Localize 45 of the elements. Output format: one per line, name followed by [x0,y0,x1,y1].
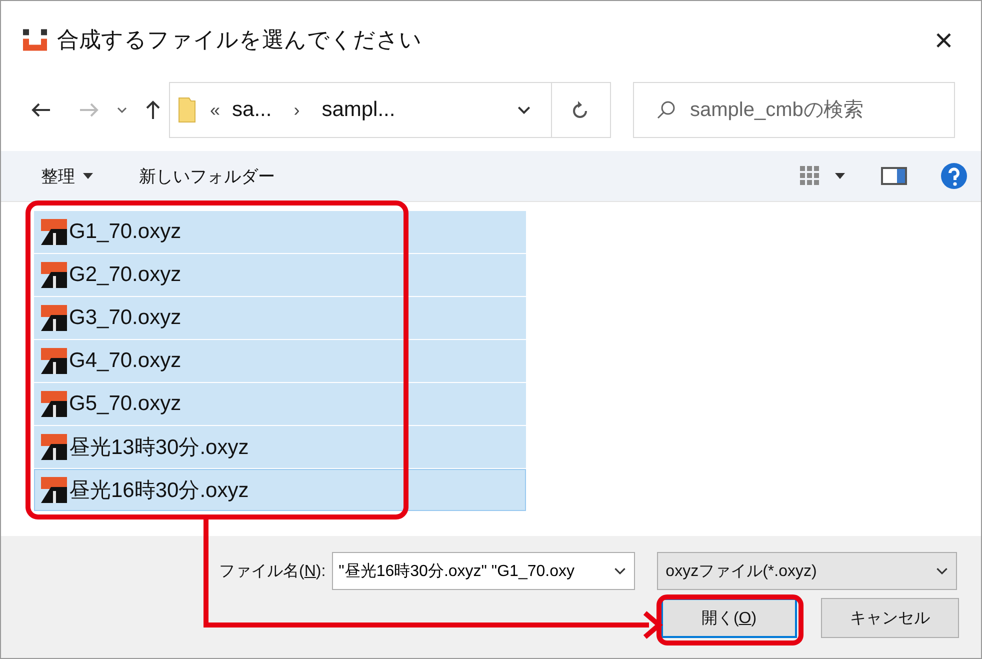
open-button[interactable]: 開く(O) [661,598,797,638]
file-item[interactable]: G1_70.oxyz [34,211,526,253]
chevron-down-icon[interactable] [117,107,127,113]
refresh-icon[interactable] [572,101,588,119]
file-item[interactable]: G5_70.oxyz [34,383,526,425]
app-logo-icon [23,29,47,51]
dropdown-icon[interactable] [835,173,845,179]
close-button[interactable]: × [926,22,961,58]
file-type-icon [41,477,67,503]
path-overflow[interactable]: « [210,100,220,120]
file-type-icon [41,348,67,374]
search-icon [656,100,676,120]
file-type-icon [41,391,67,417]
file-item[interactable]: 昼光13時30分.oxyz [34,426,526,468]
path-segment[interactable]: sa... [232,98,272,122]
file-type-icon [41,305,67,331]
search-box[interactable]: sample_cmbの検索 [633,82,955,138]
organize-menu[interactable]: 整理 [31,160,103,192]
file-type-dropdown[interactable]: oxyzファイル(*.oxyz) [656,552,957,590]
file-type-icon [41,262,67,288]
help-icon[interactable] [941,163,967,189]
search-field[interactable]: sample_cmbの検索 [688,98,952,122]
cancel-button[interactable]: キャンセル [821,598,959,638]
file-type-icon [41,219,67,245]
view-grid-icon[interactable] [799,165,821,187]
chevron-down-icon[interactable] [936,567,948,575]
path-separator: › [294,100,300,120]
file-name-label: ファイル名(N): [219,562,326,582]
chevron-down-icon[interactable] [517,106,531,114]
window-title: 合成するファイルを選んでください [57,26,422,54]
file-item[interactable]: G3_70.oxyz [34,297,526,339]
address-bar[interactable]: « sa... › sampl... [169,82,611,138]
file-item[interactable]: G2_70.oxyz [34,254,526,296]
up-arrow-icon[interactable] [145,100,161,120]
folder-icon [178,97,196,123]
new-folder-button[interactable]: 新しいフォルダー [129,160,285,192]
caret-icon [83,173,93,179]
file-name-field[interactable]: "昼光16時30分.oxyz" "G1_70.oxy [332,552,635,590]
file-type-icon [41,434,67,460]
preview-pane-icon[interactable] [881,167,907,185]
back-arrow-icon[interactable] [31,102,51,118]
file-item[interactable]: 昼光16時30分.oxyz [34,469,526,511]
file-item[interactable]: G4_70.oxyz [34,340,526,382]
chevron-down-icon[interactable] [614,567,626,575]
path-segment[interactable]: sampl... [322,98,396,122]
